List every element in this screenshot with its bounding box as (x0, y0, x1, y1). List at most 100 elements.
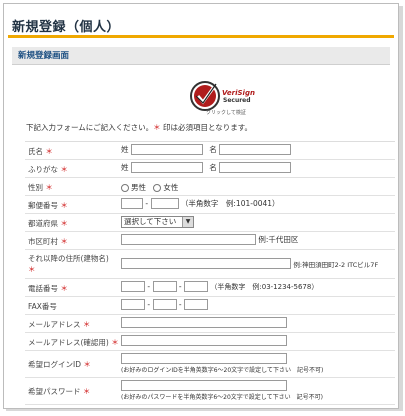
label-password-text: 希望パスワード (28, 387, 81, 396)
seal-click-text: クリックして検証 (206, 110, 246, 116)
city-field: 例:千代田区 (121, 234, 298, 245)
mei-label: 名 (209, 145, 217, 154)
last-name-input[interactable] (130, 144, 203, 155)
row-name: 氏名 ＊ 姓 名 (25, 142, 395, 160)
section-header: 新規登録画面 (12, 47, 390, 65)
label-zip-text: 郵便番号 (28, 201, 58, 210)
phone-dash-2: - (178, 282, 182, 291)
verisign-seal[interactable]: VeriSign Secured クリックして検証 (186, 79, 255, 117)
label-pref: 都道府県 ＊ (28, 218, 68, 229)
label-email-confirm-text: メールアドレス(確認用) (28, 338, 109, 347)
gender-options: 男性 女性 (121, 182, 178, 193)
required-mark: ＊ (45, 183, 53, 192)
login-id-field: (お好みのログインIDを半角英数字6～20文字で設定して下さい 記号不可) (121, 353, 323, 374)
phone-input-1[interactable] (121, 281, 145, 292)
login-id-hint: (お好みのログインIDを半角英数字6～20文字で設定して下さい 記号不可) (121, 367, 324, 374)
required-mark: ＊ (60, 201, 68, 210)
first-name-input[interactable] (219, 144, 292, 155)
last-name-kana-input[interactable] (130, 162, 203, 173)
zip-hint: （半角数字 例:101-0041） (180, 199, 280, 208)
gender-female-label: 女性 (163, 183, 179, 192)
label-email: メールアドレス ＊ (28, 319, 90, 330)
gender-male-radio[interactable] (121, 183, 129, 192)
address-hint: 例:神田須田町2-2 ITCビル7F (293, 260, 379, 269)
fax-input-2[interactable] (152, 299, 177, 310)
required-mark: ＊ (83, 360, 91, 369)
address-field: 例:神田須田町2-2 ITCビル7F (121, 258, 378, 269)
label-fax: FAX番号 (28, 302, 57, 311)
required-mark: ＊ (28, 265, 36, 274)
city-hint: 例:千代田区 (258, 235, 299, 244)
label-phone: 電話番号 ＊ (28, 283, 68, 294)
label-city: 市区町村 ＊ (28, 236, 68, 247)
intro-text: 下記入力フォームにご記入ください。＊ 印は必須項目となります。 (26, 122, 252, 133)
label-city-text: 市区町村 (28, 237, 58, 246)
required-mark: ＊ (45, 147, 53, 156)
page-title: 新規登録（個人） (12, 20, 121, 35)
email-input[interactable] (121, 317, 287, 328)
prefecture-selected-value: 選択して下さい (124, 217, 177, 226)
row-login-id: 希望ログインID ＊ (お好みのログインIDを半角英数字6～20文字で設定して下… (25, 351, 395, 378)
label-email-text: メールアドレス (28, 320, 81, 329)
phone-fields: - - （半角数字 例:03-1234-5678） (121, 281, 318, 292)
pref-field: 選択して下さい ▼ (121, 216, 194, 228)
intro-text-rest: 印は必須項目となります。 (160, 123, 253, 132)
password-input[interactable] (121, 380, 287, 391)
zip-dash: - (145, 199, 149, 208)
fax-dash-2: - (178, 300, 182, 309)
phone-input-3[interactable] (184, 281, 208, 292)
fax-dash-1: - (147, 300, 151, 309)
gender-male-label: 男性 (131, 183, 146, 192)
label-password: 希望パスワード ＊ (28, 386, 90, 397)
zip-input-1[interactable] (121, 198, 143, 209)
intro-text-main: 下記入力フォームにご記入ください。 (26, 123, 154, 132)
required-mark: ＊ (60, 219, 68, 228)
seal-secured: Secured (223, 97, 251, 104)
row-fax: FAX番号 - - (25, 297, 395, 315)
login-id-input[interactable] (121, 353, 287, 364)
fax-input-1[interactable] (121, 299, 145, 310)
row-password: 希望パスワード ＊ (お好みのパスワードを半角英数字6～20文字で設定して下さい… (25, 378, 395, 405)
required-mark: ＊ (60, 284, 68, 293)
row-gender: 性別 ＊ 男性 女性 (25, 178, 395, 196)
required-mark: ＊ (60, 237, 68, 246)
name-fields: 姓 名 (121, 144, 292, 155)
required-mark: ＊ (111, 338, 119, 347)
required-mark: ＊ (82, 320, 91, 329)
row-email-confirm: メールアドレス(確認用) ＊ (25, 333, 395, 351)
zip-input-2[interactable] (150, 198, 179, 209)
address-input[interactable] (121, 258, 291, 269)
first-name-kana-input[interactable] (219, 162, 292, 173)
row-city: 市区町村 ＊ 例:千代田区 (25, 232, 395, 250)
email-confirm-input[interactable] (121, 335, 287, 346)
label-login-id-text: 希望ログインID (28, 360, 81, 369)
chevron-down-icon: ▼ (182, 217, 193, 227)
fax-input-3[interactable] (184, 299, 208, 310)
required-mark: ＊ (82, 387, 91, 396)
password-field: (お好みのパスワードを半角英数字6～20文字で設定して下さい 記号不可) (121, 380, 323, 401)
email-field (121, 317, 287, 328)
label-name-text: 氏名 (28, 147, 43, 156)
label-email-confirm: メールアドレス(確認用) ＊ (28, 337, 119, 348)
email-confirm-field (121, 335, 287, 346)
label-kana: ふりがな ＊ (28, 164, 68, 175)
seal-brand: VeriSign (222, 89, 255, 97)
phone-input-2[interactable] (152, 281, 177, 292)
label-name: 氏名 ＊ (28, 146, 53, 157)
gender-female-radio[interactable] (153, 183, 162, 192)
prefecture-select[interactable]: 選択して下さい ▼ (121, 216, 194, 228)
kana-fields: 姓 名 (121, 162, 292, 173)
row-email: メールアドレス ＊ (25, 315, 395, 333)
zip-fields: - （半角数字 例:101-0041） (121, 198, 280, 209)
phone-dash-1: - (147, 282, 151, 291)
kana-mei-label: 名 (209, 163, 217, 172)
row-phone: 電話番号 ＊ - - （半角数字 例:03-1234-5678） (25, 279, 395, 297)
row-address: それ以降の住所(建物名) ＊ 例:神田須田町2-2 ITCビル7F (25, 250, 395, 279)
row-kana: ふりがな ＊ 姓 名 (25, 160, 395, 178)
label-address: それ以降の住所(建物名) ＊ (28, 253, 109, 275)
label-address-text: それ以降の住所(建物名) (28, 254, 109, 263)
label-gender-text: 性別 (28, 183, 43, 192)
label-login-id: 希望ログインID ＊ (28, 359, 91, 370)
label-kana-text: ふりがな (28, 165, 58, 174)
city-input[interactable] (121, 234, 256, 245)
